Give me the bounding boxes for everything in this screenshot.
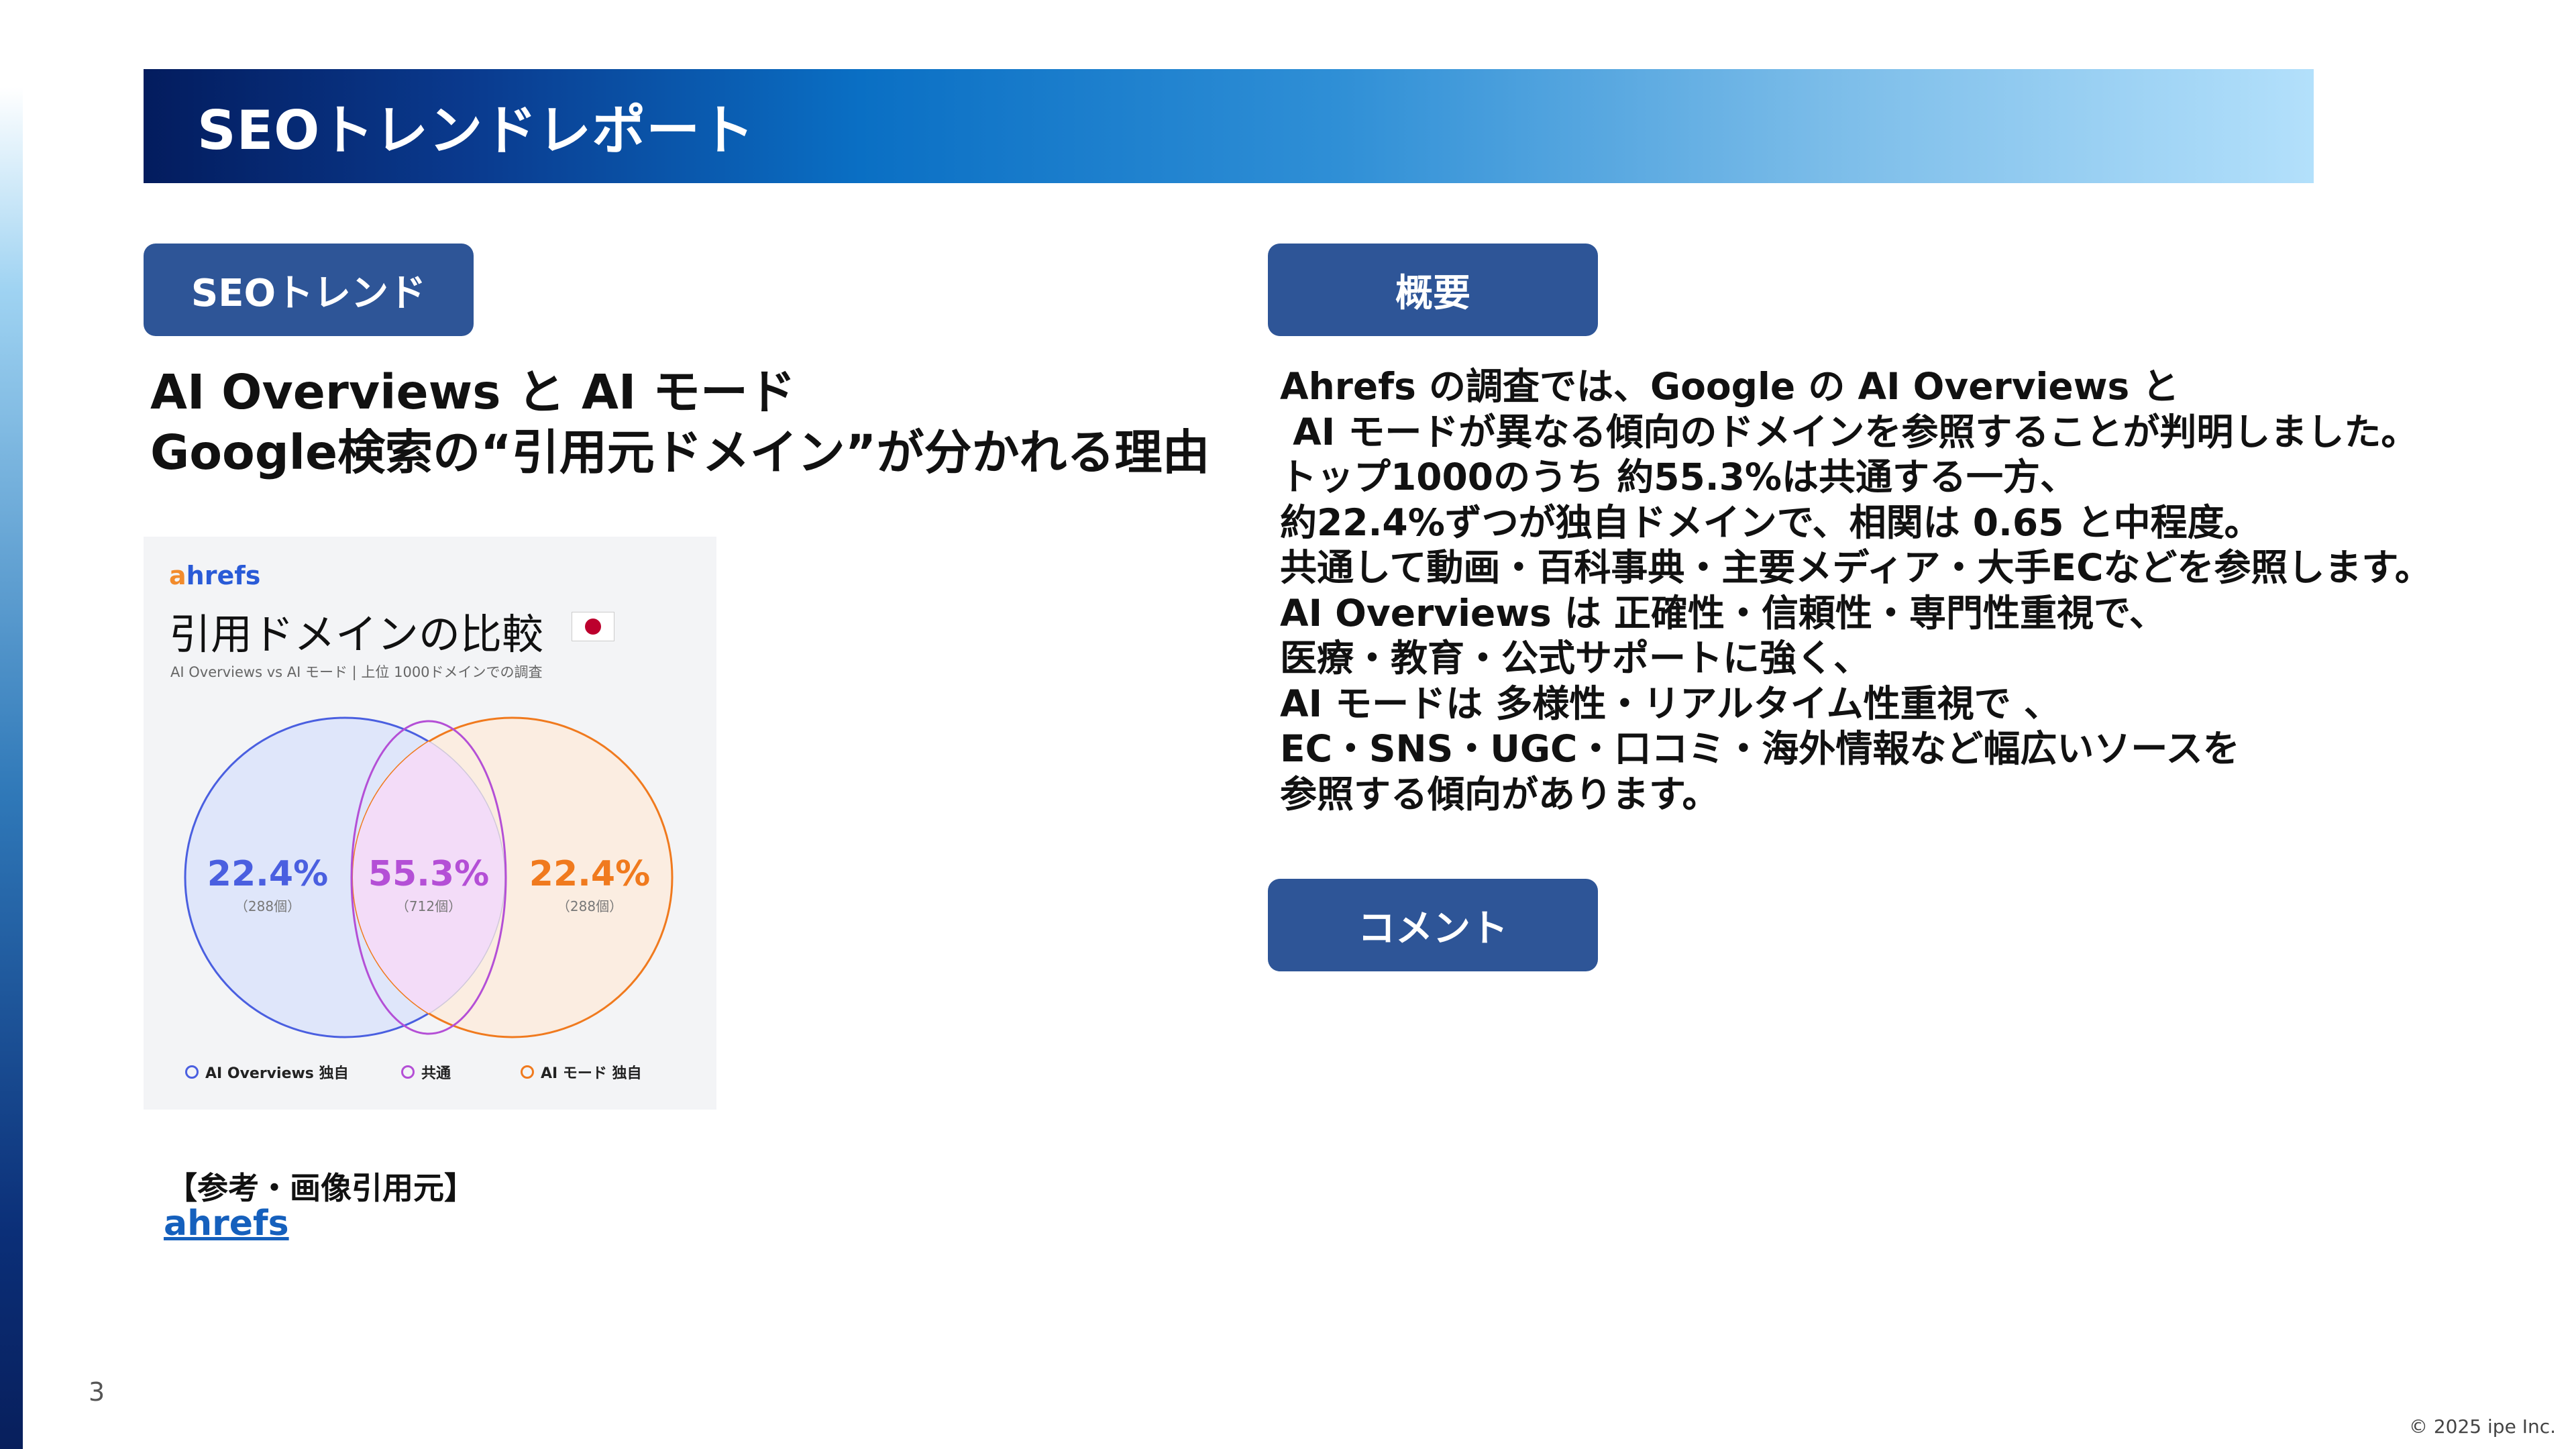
legend-item-ai-overviews: AI Overviews 独自	[185, 1061, 349, 1083]
summary-label: 概要	[1268, 244, 1598, 336]
value-label-right: 22.4%	[529, 854, 650, 894]
page-number: 3	[89, 1377, 105, 1407]
summary-line: Ahrefs の調査では、Google の AI Overviews と	[1280, 365, 2180, 408]
legend-label: AI モード 独自	[541, 1065, 642, 1082]
count-label-left: （288個）	[235, 898, 301, 914]
count-label-middle: （712個）	[396, 898, 462, 914]
headline-line: AI Overviews と AI モード	[150, 364, 796, 420]
summary-line: AI Overviews は 正確性・信頼性・専門性重視で、	[1280, 591, 2166, 635]
legend-label: 共通	[421, 1065, 451, 1082]
value-label-middle: 55.3%	[368, 854, 489, 894]
summary-line: 医療・教育・公式サポートに強く、	[1280, 637, 1871, 680]
seo-trend-label: SEOトレンド	[144, 244, 474, 336]
summary-text: Ahrefs の調査では、Google の AI Overviews と AI …	[1280, 364, 2555, 817]
comment-label: コメント	[1268, 879, 1598, 971]
legend-circle-icon	[521, 1065, 534, 1079]
legend-circle-icon	[185, 1065, 199, 1079]
side-accent-stripe	[0, 0, 23, 1449]
title-banner: SEOトレンドレポート	[144, 69, 2314, 183]
value-label-left: 22.4%	[207, 854, 328, 894]
legend-item-ai-mode: AI モード 独自	[521, 1061, 642, 1083]
summary-line: EC・SNS・UGC・口コミ・海外情報など幅広いソースを	[1280, 727, 2240, 770]
legend-label: AI Overviews 独自	[205, 1065, 349, 1082]
page-title: SEOトレンドレポート	[197, 99, 755, 162]
copyright: © 2025 ipe Inc.	[2408, 1415, 2556, 1438]
venn-chart-image: ahrefs 引用ドメインの比較 AI Overviews vs AI モード …	[144, 537, 716, 1110]
summary-line: 約22.4%ずつが独自ドメインで、相関は 0.65 と中程度。	[1280, 500, 2261, 544]
headline-line: Google検索の“引用元ドメイン”が分かれる理由	[150, 425, 1210, 480]
summary-line: AI モードは 多様性・リアルタイム性重視で 、	[1280, 682, 2061, 725]
reference-link[interactable]: ahrefs	[164, 1203, 289, 1244]
summary-line: 共通して動画・百科事典・主要メディア・大手ECなどを参照します。	[1280, 546, 2432, 589]
legend-circle-icon	[401, 1065, 415, 1079]
legend-item-common: 共通	[401, 1061, 451, 1083]
venn-diagram: 22.4% （288個） 55.3% （712個） 22.4% （288個）	[184, 716, 674, 1038]
reference-label: 【参考・画像引用元】	[166, 1170, 475, 1206]
headline: AI Overviews と AI モード Google検索の“引用元ドメイン”…	[150, 362, 1250, 483]
summary-line: トップ1000のうち 約55.3%は共通する一方、	[1280, 455, 2078, 498]
summary-line: 参照する傾向があります。	[1280, 772, 1719, 816]
count-label-right: （288個）	[557, 898, 623, 914]
summary-line: AI モードが異なる傾向のドメインを参照することが判明しました。	[1280, 410, 2418, 453]
